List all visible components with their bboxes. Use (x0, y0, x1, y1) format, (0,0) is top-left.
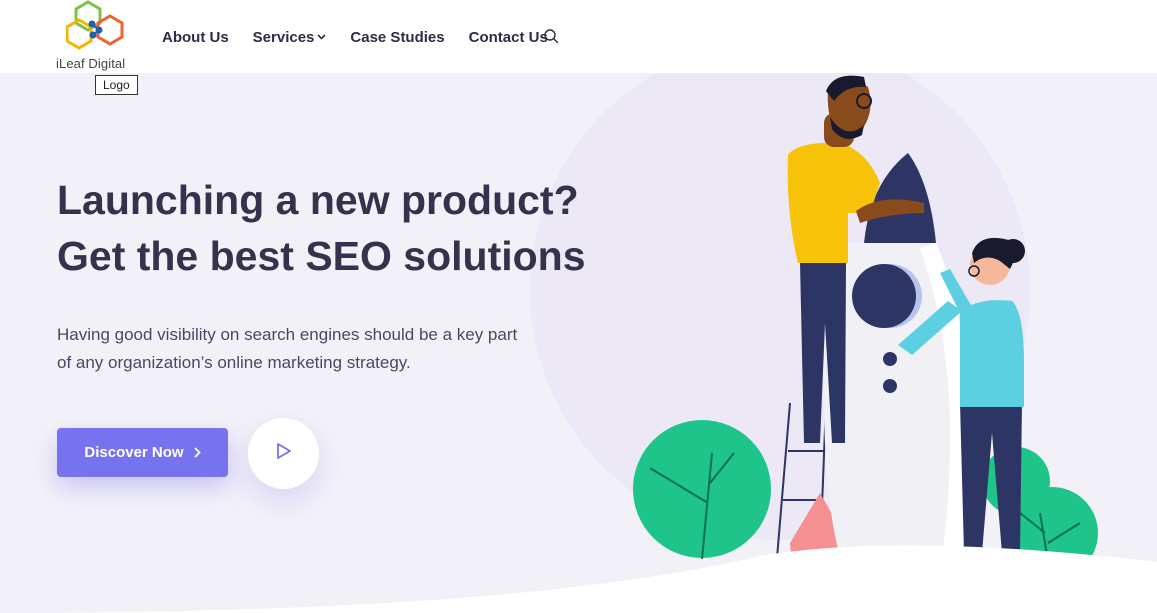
play-icon (276, 442, 292, 465)
logo-tooltip: Logo (95, 75, 138, 95)
nav-item-case-studies[interactable]: Case Studies (350, 29, 444, 46)
site-header: iLeaf Digital About Us Services Case Stu… (0, 0, 1157, 73)
logo-text: iLeaf Digital (56, 56, 126, 71)
nav-item-label: Contact Us (468, 29, 548, 46)
search-icon[interactable] (544, 29, 559, 49)
hero-subtitle: Having good visibility on search engines… (57, 325, 518, 372)
main-nav: About Us Services Case Studies Contact U… (162, 29, 572, 46)
nav-item-label: Case Studies (350, 29, 445, 46)
hero-title-line-2: Get the best SEO solutions (57, 233, 586, 279)
discover-now-label: Discover Now (84, 444, 184, 461)
hero-illustration (633, 75, 1098, 579)
bottom-wave (0, 545, 1157, 613)
nav-item-about-us[interactable]: About Us (162, 29, 229, 46)
nav-item-label: About Us (162, 29, 229, 46)
hero-title: Launching a new product? Get the best SE… (57, 172, 617, 284)
hero-title-line-1: Launching a new product? (57, 177, 579, 223)
nav-item-label: Services (252, 29, 315, 46)
chevron-right-icon (193, 445, 201, 461)
logo-icon (66, 0, 124, 50)
chevron-down-icon (317, 32, 326, 43)
play-video-button[interactable] (248, 418, 319, 489)
tree-left-graphic (633, 420, 771, 560)
logo[interactable]: iLeaf Digital (56, 0, 140, 73)
nav-item-services[interactable]: Services (253, 29, 327, 46)
discover-now-button[interactable]: Discover Now (57, 428, 228, 477)
nav-item-contact-us[interactable]: Contact Us (469, 29, 548, 46)
